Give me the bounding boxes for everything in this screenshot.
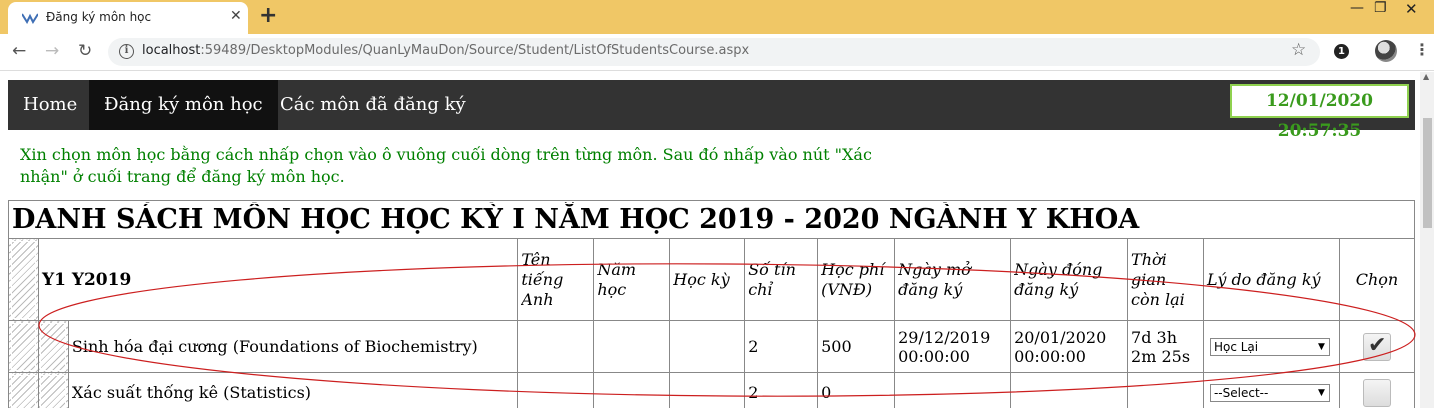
browser-menu-icon[interactable]: ⋮ [1414, 40, 1430, 59]
course-close-date: 20/01/2020 00:00:00 [1010, 320, 1129, 373]
checkmark-icon: ✔ [1367, 332, 1387, 358]
chevron-down-icon: ▼ [1318, 387, 1325, 398]
profile-avatar[interactable] [1375, 40, 1397, 62]
course-remaining [1127, 372, 1204, 408]
window-maximize-icon[interactable]: ❐ [1374, 0, 1387, 16]
reason-select[interactable]: Học Lại ▼ [1209, 337, 1330, 356]
header-open-date: Ngày mở đăng ký [894, 238, 1012, 321]
header-choose: Chọn [1338, 238, 1416, 321]
course-checkbox[interactable]: ✔ [1362, 332, 1391, 361]
table-row: Xác suất thống kê (Statistics) 2 0 --Sel… [8, 372, 1416, 408]
site-navbar: Home Đăng ký môn học Các môn đã đăng ký … [8, 80, 1415, 141]
url-text[interactable]: localhost:59489/DesktopModules/QuanLyMau… [142, 43, 749, 58]
course-name: Sinh hóa đại cương (Foundations of Bioch… [67, 320, 519, 373]
hatch-cell [37, 320, 69, 373]
extension-icon[interactable]: 1 [1334, 44, 1349, 59]
page-scrollbar[interactable]: ▲ [1420, 72, 1434, 408]
clock-display: 12/01/2020 20:57:35 [1230, 84, 1409, 141]
browser-tab[interactable]: Đăng ký môn học ✕ [8, 2, 248, 34]
header-credits: Số tín chỉ [744, 238, 819, 321]
hatch-cell [8, 238, 39, 321]
reason-select[interactable]: --Select-- ▼ [1209, 383, 1330, 402]
course-year [593, 372, 671, 408]
group-label: Y1 Y2019 [37, 238, 519, 321]
reason-cell: Học Lại ▼ [1202, 320, 1340, 373]
course-credits: 2 [744, 372, 819, 408]
tab-close-icon[interactable]: ✕ [230, 8, 242, 24]
browser-tabstrip: Đăng ký môn học ✕ + — ❐ ✕ [0, 0, 1434, 34]
course-year [593, 320, 671, 373]
header-fee: Học phí (VNĐ) [817, 238, 896, 321]
course-credits: 2 [744, 320, 819, 373]
new-tab-button[interactable]: + [259, 3, 277, 28]
nav-registered-courses[interactable]: Các môn đã đăng ký [265, 80, 481, 130]
course-checkbox[interactable] [1362, 378, 1391, 407]
header-remaining: Thời gian còn lại [1127, 238, 1204, 321]
forward-arrow-icon[interactable]: → [45, 41, 59, 61]
course-open-date [894, 372, 1012, 408]
course-semester [669, 372, 746, 408]
table-title: DANH SÁCH MÔN HỌC HỌC KỲ I NĂM HỌC 2019 … [8, 200, 1415, 239]
nav-course-registration[interactable]: Đăng ký môn học [89, 80, 278, 130]
course-open-date: 29/12/2019 00:00:00 [894, 320, 1012, 373]
hatch-cell [37, 372, 69, 408]
bookmark-star-icon[interactable]: ☆ [1291, 40, 1306, 60]
nav-home[interactable]: Home [8, 80, 92, 130]
browser-toolbar: ← → ↻ i localhost:59489/DesktopModules/Q… [0, 34, 1434, 71]
hatch-cell [8, 372, 39, 408]
reason-cell: --Select-- ▼ [1202, 372, 1340, 408]
header-english-name: Tên tiếng Anh [517, 238, 595, 321]
header-close-date: Ngày đóng đăng ký [1010, 238, 1129, 321]
course-semester [669, 320, 746, 373]
window-minimize-icon[interactable]: — [1350, 0, 1364, 16]
course-table: DANH SÁCH MÔN HỌC HỌC KỲ I NĂM HỌC 2019 … [8, 200, 1416, 408]
course-fee: 0 [817, 372, 896, 408]
hatch-cell [8, 320, 39, 373]
choose-cell [1338, 372, 1416, 408]
course-fee: 500 [817, 320, 896, 373]
address-bar[interactable]: i localhost:59489/DesktopModules/QuanLyM… [108, 38, 1320, 66]
reload-icon[interactable]: ↻ [78, 41, 92, 61]
scrollbar-thumb[interactable] [1423, 118, 1432, 228]
site-info-icon[interactable]: i [119, 44, 134, 59]
chevron-down-icon: ▼ [1318, 341, 1325, 352]
course-english-name [517, 320, 595, 373]
back-arrow-icon[interactable]: ← [12, 41, 26, 61]
table-row: Sinh hóa đại cương (Foundations of Bioch… [8, 320, 1416, 373]
course-name: Xác suất thống kê (Statistics) [67, 372, 519, 408]
tab-title: Đăng ký môn học [46, 10, 152, 24]
header-semester: Học kỳ [669, 238, 746, 321]
scroll-up-icon[interactable]: ▲ [1423, 72, 1429, 81]
header-reason: Lý do đăng ký [1202, 238, 1340, 321]
header-year: Năm học [593, 238, 671, 321]
course-english-name [517, 372, 595, 408]
course-remaining: 7d 3h 2m 25s [1127, 320, 1204, 373]
instructions-text: Xin chọn môn học bằng cách nhấp chọn vào… [20, 145, 872, 186]
choose-cell: ✔ [1338, 320, 1416, 373]
course-close-date [1010, 372, 1129, 408]
site-favicon-icon [22, 13, 38, 24]
window-close-icon[interactable]: ✕ [1405, 0, 1418, 18]
